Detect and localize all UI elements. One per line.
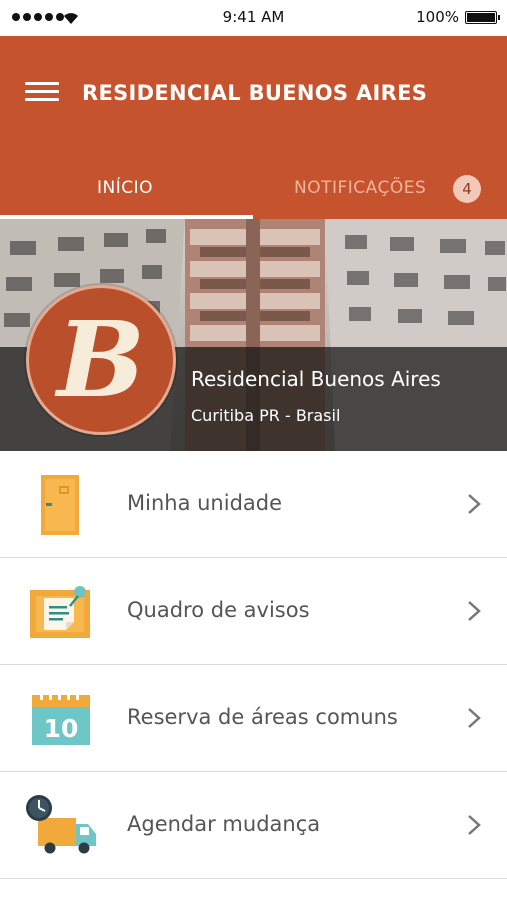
menu-list: Minha unidade Quadro de avisos 10 Reserv…: [0, 451, 507, 879]
battery-icon: [465, 11, 500, 24]
condo-logo: B: [26, 285, 176, 435]
notification-count-badge: 4: [453, 175, 481, 203]
hamburger-menu-icon[interactable]: [25, 80, 59, 104]
menu-item-label: Agendar mudança: [127, 812, 321, 836]
menu-item-label: Reserva de áreas comuns: [127, 705, 398, 729]
status-bar: 9:41 AM 100%: [0, 0, 507, 36]
app-header: RESIDENCIAL BUENOS AIRES INÍCIO NOTIFICA…: [0, 36, 507, 219]
chevron-right-icon: [468, 494, 481, 514]
tab-inicio-label: INÍCIO: [97, 178, 154, 198]
moving-truck-clock-icon: [26, 795, 96, 854]
battery-percentage: 100%: [416, 8, 459, 26]
tab-notificacoes[interactable]: NOTIFICAÇÕES 4: [253, 164, 507, 219]
menu-item-label: Quadro de avisos: [127, 598, 310, 622]
app-title: RESIDENCIAL BUENOS AIRES: [82, 81, 428, 105]
calendar-day-number: 10: [44, 714, 79, 743]
chevron-right-icon: [468, 601, 481, 621]
notice-board-icon: [30, 586, 90, 638]
condo-name: Residencial Buenos Aires: [191, 367, 441, 391]
menu-item-quadro-de-avisos[interactable]: Quadro de avisos: [0, 558, 507, 665]
door-icon: [41, 475, 79, 535]
menu-item-label: Minha unidade: [127, 491, 283, 515]
menu-item-reserva-areas-comuns[interactable]: 10 Reserva de áreas comuns: [0, 665, 507, 772]
condo-location: Curitiba PR - Brasil: [191, 406, 341, 425]
menu-item-agendar-mudanca[interactable]: Agendar mudança: [0, 772, 507, 879]
chevron-right-icon: [468, 708, 481, 728]
menu-item-minha-unidade[interactable]: Minha unidade: [0, 451, 507, 558]
calendar-icon: 10: [32, 690, 90, 745]
chevron-right-icon: [468, 815, 481, 835]
tab-notificacoes-label: NOTIFICAÇÕES: [294, 178, 427, 198]
hero-banner: B Residencial Buenos Aires Curitiba PR -…: [0, 219, 507, 451]
tab-inicio[interactable]: INÍCIO: [0, 164, 253, 219]
logo-letter: B: [57, 298, 145, 421]
